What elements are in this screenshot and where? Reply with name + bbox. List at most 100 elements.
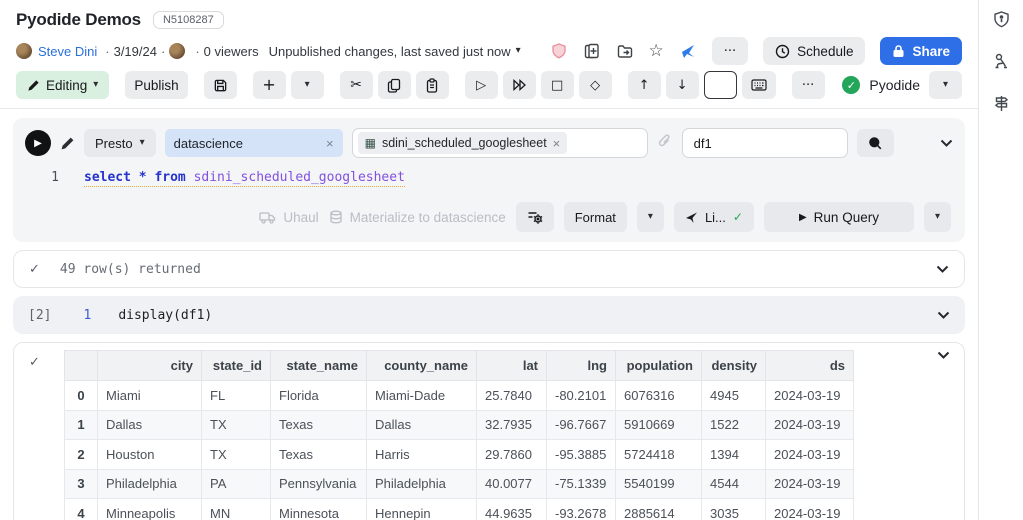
shield-alert-icon[interactable] [992,10,1011,34]
column-header[interactable]: city [98,351,202,381]
viewers-count: 0 viewers [204,44,259,59]
dataframe-name-input[interactable] [682,128,848,158]
pencil-icon [27,79,40,92]
play-filled-icon: ▶ [799,212,807,223]
limit-button[interactable]: Li... ✓ [674,202,754,232]
pencil-icon [60,136,75,151]
browse-data-button[interactable] [857,129,894,157]
kernel-ready-icon: ✓ [842,76,860,94]
editing-mode-button[interactable]: Editing ▾ [16,71,109,99]
star-icon[interactable]: ☆ [649,43,664,60]
table-cell: 5910669 [616,410,702,440]
table-reference-input[interactable]: ▦ sdini_scheduled_googlesheet × [352,128,648,158]
run-sql-cell-button[interactable]: ▶ [25,130,51,156]
fast-forward-icon [512,79,527,91]
sql-engine-label: Presto [95,136,133,151]
format-dropdown[interactable]: ▾ [637,202,664,232]
add-cell-button[interactable]: + [253,71,286,99]
column-header[interactable]: state_id [202,351,271,381]
table-cell: Minnesota [271,499,367,520]
app-preview-icon[interactable] [679,42,697,60]
plus-icon: + [262,77,275,93]
add-cell-dropdown[interactable]: ▾ [291,71,324,99]
column-header[interactable]: ds [766,351,854,381]
success-check-icon: ✓ [29,354,40,370]
play-icon: ▷ [476,79,486,92]
paste-button[interactable] [416,71,449,99]
database-icon [329,210,343,224]
column-header[interactable]: county_name [367,351,477,381]
edit-cell-button[interactable] [60,136,75,151]
run-all-button[interactable] [503,71,536,99]
data-source-chip[interactable]: datascience × [165,129,343,157]
table-cell: 40.0077 [477,469,547,499]
table-cell: 1522 [702,410,766,440]
notebook-content: ▶ Presto ▾ datascience × [0,109,978,520]
sql-editor[interactable]: 1 select * from sdini_scheduled_googlesh… [25,160,953,200]
share-button[interactable]: Share [880,37,962,65]
run-query-dropdown[interactable]: ▾ [924,202,951,232]
collapse-sql-cell-chevron[interactable] [940,139,953,147]
scissors-icon: ✂ [350,78,362,92]
keyboard-shortcuts-button[interactable] [742,71,776,99]
kernel-dropdown[interactable]: ▾ [929,71,962,99]
column-header[interactable]: density [702,351,766,381]
ellipsis-icon: ··· [724,45,736,58]
save-button[interactable] [204,71,237,99]
materialize-button[interactable]: Materialize to datascience [329,210,506,225]
copy-button[interactable] [378,71,411,99]
sql-engine-dropdown[interactable]: Presto ▾ [84,129,156,157]
move-cell-up-button[interactable]: ↑ [628,71,661,99]
column-header[interactable]: state_name [271,351,367,381]
query-settings-button[interactable] [516,202,554,232]
paperclip-icon[interactable] [657,133,673,154]
stop-button[interactable]: □ [541,71,574,99]
separator-dot: · [105,44,109,59]
save-status-dropdown[interactable]: Unpublished changes, last saved just now… [269,44,521,59]
author-link[interactable]: Steve Dini [38,44,97,59]
clear-outputs-button[interactable]: ◇ [579,71,612,99]
ellipsis-icon: ··· [802,79,814,92]
uhaul-button[interactable]: Uhaul [259,210,318,225]
cut-button[interactable]: ✂ [340,71,373,99]
collapse-status-chevron[interactable] [936,265,949,273]
move-cell-down-button[interactable]: ↓ [666,71,699,99]
close-icon[interactable]: × [553,136,561,151]
toolbar-more-button[interactable]: ··· [792,71,825,99]
project-id-badge: N5108287 [153,11,224,29]
python-code[interactable]: display(df1) [118,308,212,323]
graph-view-icon[interactable] [992,52,1011,76]
focus-cell-button[interactable] [704,71,737,99]
table-cell: 5724418 [616,440,702,470]
dart-icon [685,211,698,224]
row-index-cell: 0 [65,381,98,411]
column-header[interactable]: lng [547,351,616,381]
table-cell: -80.2101 [547,381,616,411]
run-cell-button[interactable]: ▷ [465,71,498,99]
collapse-python-cell-chevron[interactable] [937,311,950,319]
collapse-results-chevron[interactable] [937,351,950,359]
table-row: 1DallasTXTexasDallas32.7935-96.766759106… [65,410,854,440]
move-to-folder-icon[interactable] [616,42,634,60]
publish-button[interactable]: Publish [125,71,187,99]
table-cell: Philadelphia [367,469,477,499]
arrow-down-icon: ↓ [677,79,688,92]
table-cell: Philadelphia [98,469,202,499]
stop-icon: □ [551,79,563,92]
signpost-icon[interactable] [992,94,1011,118]
table-chip[interactable]: ▦ sdini_scheduled_googlesheet × [358,132,568,154]
more-actions-button[interactable]: ··· [712,37,748,65]
schedule-button[interactable]: Schedule [763,37,865,65]
keyboard-icon [751,79,767,91]
result-table: citystate_idstate_namecounty_namelatlngp… [64,350,854,520]
shield-icon[interactable] [550,42,568,60]
column-header[interactable] [65,351,98,381]
column-header[interactable]: lat [477,351,547,381]
format-button[interactable]: Format [564,202,627,232]
duplicate-icon[interactable] [583,42,601,60]
close-icon[interactable]: × [326,136,334,151]
table-cell: Harris [367,440,477,470]
column-header[interactable]: population [616,351,702,381]
run-query-button[interactable]: ▶ Run Query [764,202,914,232]
format-label: Format [575,210,616,225]
